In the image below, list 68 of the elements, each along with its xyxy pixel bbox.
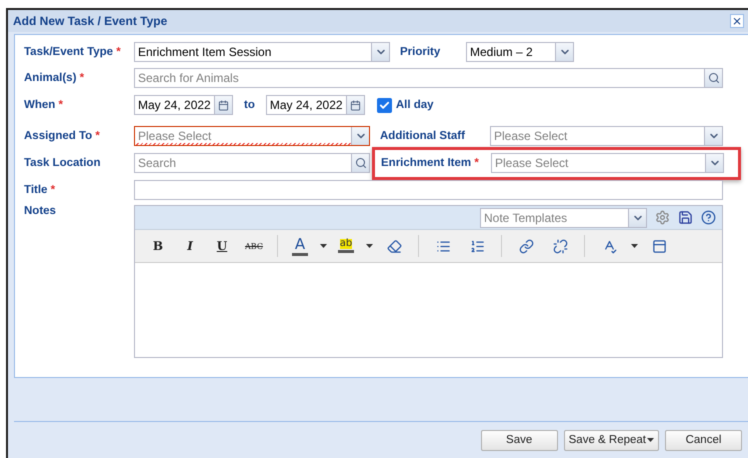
calendar-button[interactable]	[346, 96, 364, 114]
caret-icon	[647, 438, 654, 442]
search-button[interactable]	[704, 68, 722, 86]
all-day-label: All day	[396, 99, 435, 111]
input-field-frame[interactable]: Please Select	[490, 126, 723, 146]
dropdown-button[interactable]	[628, 208, 646, 226]
dialog-button[interactable]: Cancel	[665, 430, 742, 450]
field-label: Enrichment Item *	[381, 157, 480, 169]
note-templates-field[interactable]: Note Templates	[481, 208, 628, 226]
help-icon[interactable]	[701, 210, 716, 225]
input-field-frame[interactable]: May 24, 2022	[266, 95, 365, 115]
field-label: Priority	[400, 46, 442, 58]
search-icon	[354, 157, 366, 169]
to-label: to	[244, 99, 255, 111]
input-field-frame[interactable]: Please Select	[134, 126, 370, 146]
format-button[interactable]: U	[207, 234, 237, 258]
caret-icon	[630, 244, 638, 248]
required-asterisk: *	[116, 46, 121, 58]
enrichment-item-field[interactable]: Please Select	[492, 154, 705, 172]
input-field-frame[interactable]: May 24, 2022	[134, 95, 233, 115]
required-asterisk: *	[58, 99, 63, 111]
dropdown-button[interactable]	[371, 42, 389, 60]
all-day-checkbox[interactable]	[376, 98, 392, 112]
input-field-frame[interactable]: Please Select	[491, 153, 724, 173]
field-label: Additional Staff	[380, 130, 466, 142]
dialog-button[interactable]: Save	[480, 430, 558, 450]
input-field-frame[interactable]: Enrichment Item Session	[134, 42, 390, 62]
input-field-frame[interactable]: Note Templates	[480, 208, 647, 228]
calendar-icon	[218, 100, 229, 110]
settings-icon[interactable]	[655, 210, 670, 225]
highlight-button[interactable]: ab	[336, 234, 356, 258]
format-button[interactable]: B	[143, 234, 173, 258]
dropdown-button[interactable]	[704, 127, 722, 145]
priority-field[interactable]: Medium – 2	[467, 42, 555, 60]
format-button[interactable]: I	[175, 234, 205, 258]
caret-icon	[366, 244, 372, 248]
additional-staff-field[interactable]: Please Select	[491, 127, 704, 145]
dropdown-button[interactable]	[555, 42, 573, 60]
field-label: Animal(s) *	[24, 72, 86, 84]
dropdown-button[interactable]	[351, 127, 369, 145]
field-label: Assigned To *	[24, 130, 101, 142]
required-asterisk: *	[474, 157, 479, 169]
field-label: Notes	[24, 205, 57, 217]
search-button[interactable]	[351, 154, 369, 172]
close-button[interactable]: ×	[730, 14, 744, 28]
save-icon[interactable]	[678, 210, 693, 225]
format-button[interactable]: ABC	[239, 234, 269, 258]
calendar-icon	[350, 100, 361, 110]
input-field-frame[interactable]: Search	[134, 153, 370, 173]
required-asterisk: *	[80, 72, 84, 84]
task-location-search-field[interactable]: Search	[135, 154, 351, 172]
caret-icon	[320, 244, 326, 248]
calendar-button[interactable]	[214, 96, 232, 114]
start-date-field[interactable]: May 24, 2022	[135, 96, 214, 114]
search-icon	[708, 72, 720, 84]
end-date-field[interactable]: May 24, 2022	[266, 96, 346, 114]
font-color-button[interactable]: A	[290, 234, 310, 258]
field-label: Task Location	[24, 157, 102, 169]
field-label: When *	[24, 99, 64, 111]
window-title: Add New Task / Event Type	[13, 14, 168, 28]
dialog-button[interactable]: Save & Repeat	[564, 430, 659, 450]
dropdown-button[interactable]	[705, 154, 723, 172]
input-field-frame[interactable]: Medium – 2	[466, 42, 574, 62]
field-label: Task/Event Type *	[24, 46, 122, 58]
field-label: Title *	[24, 184, 56, 196]
required-asterisk: *	[95, 130, 100, 142]
required-asterisk: *	[50, 184, 56, 196]
task-type-field[interactable]: Enrichment Item Session	[135, 42, 371, 60]
